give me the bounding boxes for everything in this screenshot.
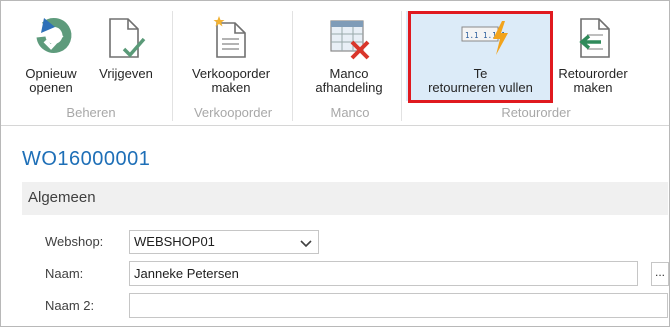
name-value: Janneke Petersen (134, 266, 239, 281)
reopen-label: Opnieuw openen (25, 66, 77, 95)
release-button[interactable]: Vrijgeven (89, 9, 163, 99)
assist-edit-button[interactable]: ... (651, 262, 669, 286)
release-document-icon (109, 18, 146, 58)
ribbon: Opnieuw openen Vrijgeven Verkooporder ma… (1, 1, 669, 125)
group-label-sales-order: Verkooporder (193, 105, 273, 120)
group-separator (292, 11, 293, 121)
shortage-handling-label: Manco afhandeling (315, 66, 383, 95)
group-label-manage: Beheren (66, 105, 116, 120)
name-label: Naam: (45, 266, 84, 281)
callout-highlight-box (408, 11, 553, 103)
group-label-shortage: Manco (330, 105, 370, 120)
section-header-general[interactable]: Algemeen (22, 182, 668, 215)
make-return-order-button[interactable]: Retourorder maken (553, 9, 633, 99)
page-content: WO16000001 Algemeen Webshop: WEBSHOP01 N… (1, 126, 669, 326)
webshop-select[interactable]: WEBSHOP01 (129, 230, 319, 254)
group-separator (172, 11, 173, 121)
reopen-button[interactable]: Opnieuw openen (19, 9, 83, 99)
webshop-value: WEBSHOP01 (134, 234, 215, 249)
make-sales-order-label: Verkooporder maken (191, 66, 271, 95)
make-return-order-label: Retourorder maken (558, 66, 628, 95)
shortage-handling-button[interactable]: Manco afhandeling (301, 9, 397, 99)
release-label: Vrijgeven (99, 66, 153, 81)
return-document-icon (579, 18, 610, 58)
group-separator (401, 11, 402, 121)
page-title: WO16000001 (22, 148, 151, 170)
group-label-return-order: Retourorder (501, 105, 571, 120)
chevron-down-icon (300, 240, 312, 248)
webshop-label: Webshop: (45, 234, 104, 249)
section-title: Algemeen (28, 189, 96, 206)
name2-field[interactable] (129, 293, 668, 318)
cancel-table-icon (330, 20, 370, 60)
make-sales-order-button[interactable]: Verkooporder maken (179, 9, 283, 99)
name2-label: Naam 2: (45, 298, 95, 313)
reopen-icon (36, 18, 72, 53)
new-document-icon (213, 16, 246, 58)
name-field[interactable]: Janneke Petersen (129, 261, 638, 286)
